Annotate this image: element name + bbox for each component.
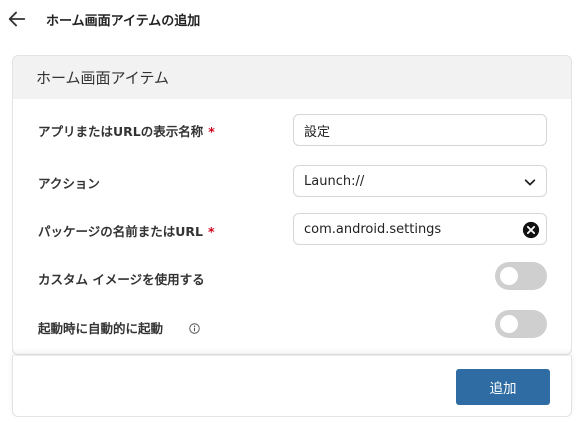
app-name-input[interactable]	[293, 114, 547, 146]
action-select[interactable]: Launch://	[293, 165, 547, 197]
top-bar: ホーム画面アイテムの追加	[0, 0, 580, 40]
action-label: アクション	[38, 176, 100, 191]
required-mark: *	[208, 224, 215, 239]
package-label-text: パッケージの名前またはURL	[38, 224, 203, 239]
app-name-label-text: アプリまたはURLの表示名称	[38, 124, 204, 139]
required-mark: *	[208, 124, 215, 139]
page-title: ホーム画面アイテムの追加	[46, 14, 201, 29]
toggle-knob	[500, 267, 518, 285]
autostart-toggle[interactable]	[495, 310, 547, 338]
custom-image-label: カスタム イメージを使用する	[38, 272, 205, 287]
package-input[interactable]: com.android.settings	[304, 222, 441, 237]
chevron-down-icon	[524, 179, 536, 186]
add-button[interactable]: 追加	[456, 369, 550, 405]
custom-image-toggle[interactable]	[495, 262, 547, 290]
package-input-wrapper: com.android.settings	[293, 213, 547, 245]
autostart-label: 起動時に自動的に起動	[38, 321, 164, 336]
toggle-knob	[500, 315, 518, 333]
home-item-form-card: ホーム画面アイテム アプリまたはURLの表示名称 * アクション Launch:/…	[12, 55, 572, 355]
info-icon[interactable]	[189, 323, 200, 334]
footer-bar: 追加	[12, 355, 572, 417]
app-name-label: アプリまたはURLの表示名称 *	[38, 121, 215, 140]
clear-circle-icon[interactable]	[522, 221, 540, 239]
arrow-left-icon[interactable]	[6, 8, 28, 30]
section-title: ホーム画面アイテム	[36, 69, 170, 87]
action-select-value: Launch://	[304, 174, 365, 189]
section-header: ホーム画面アイテム	[13, 56, 571, 99]
package-label: パッケージの名前またはURL *	[38, 221, 215, 240]
